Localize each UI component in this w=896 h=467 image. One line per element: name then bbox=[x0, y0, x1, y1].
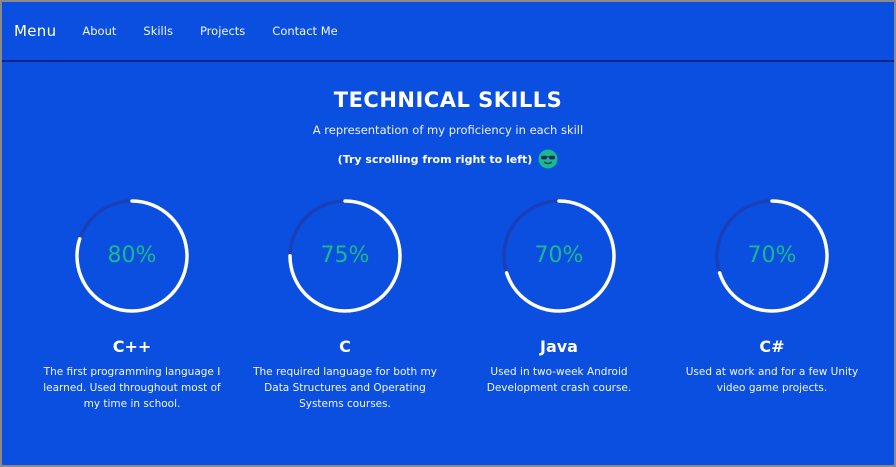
skill-description: The required language for both my Data S… bbox=[253, 366, 437, 410]
progress-ring: 75% bbox=[286, 197, 404, 315]
percent-label: 70% bbox=[534, 243, 584, 268]
skill-name: C bbox=[339, 337, 351, 356]
percent-label: 80% bbox=[107, 243, 157, 268]
skill-card-cpp: 80% C++ The first programming language I… bbox=[32, 197, 232, 412]
section-title: TECHNICAL SKILLS bbox=[333, 88, 563, 112]
nav-link-about[interactable]: About bbox=[82, 24, 116, 38]
skill-description: Used in two-week Android Development cra… bbox=[486, 366, 632, 394]
progress-ring: 80% bbox=[73, 197, 191, 315]
progress-ring: 70% bbox=[713, 197, 831, 315]
menu-brand[interactable]: Menu bbox=[14, 22, 56, 40]
skill-card-c: 75% C The required language for both my … bbox=[245, 197, 445, 412]
skill-description: The first programming language I learned… bbox=[43, 366, 221, 410]
sunglasses-emoji-icon bbox=[538, 149, 558, 169]
skill-name: Java bbox=[540, 337, 578, 356]
percent-label: 70% bbox=[747, 243, 797, 268]
nav-link-contact[interactable]: Contact Me bbox=[272, 24, 337, 38]
nav-link-projects[interactable]: Projects bbox=[200, 24, 245, 38]
skill-name: C# bbox=[759, 337, 785, 356]
scroll-hint-text: (Try scrolling from right to left) bbox=[337, 152, 533, 166]
section-subtitle: A representation of my proficiency in ea… bbox=[312, 123, 584, 137]
navbar: Menu About Skills Projects Contact Me bbox=[2, 2, 894, 62]
page-frame: Menu About Skills Projects Contact Me TE… bbox=[0, 0, 896, 467]
skill-card-java: 70% Java Used in two-week Android Develo… bbox=[459, 197, 659, 396]
nav-links: About Skills Projects Contact Me bbox=[82, 24, 364, 38]
skill-card-csharp: 70% C# Used at work and for a few Unity … bbox=[672, 197, 872, 396]
skill-name: C++ bbox=[112, 337, 152, 356]
nav-link-skills[interactable]: Skills bbox=[143, 24, 173, 38]
skill-description: Used at work and for a few Unity video g… bbox=[685, 366, 859, 394]
progress-ring: 70% bbox=[500, 197, 618, 315]
percent-label: 75% bbox=[320, 243, 370, 268]
scroll-hint: (Try scrolling from right to left) bbox=[2, 149, 894, 169]
